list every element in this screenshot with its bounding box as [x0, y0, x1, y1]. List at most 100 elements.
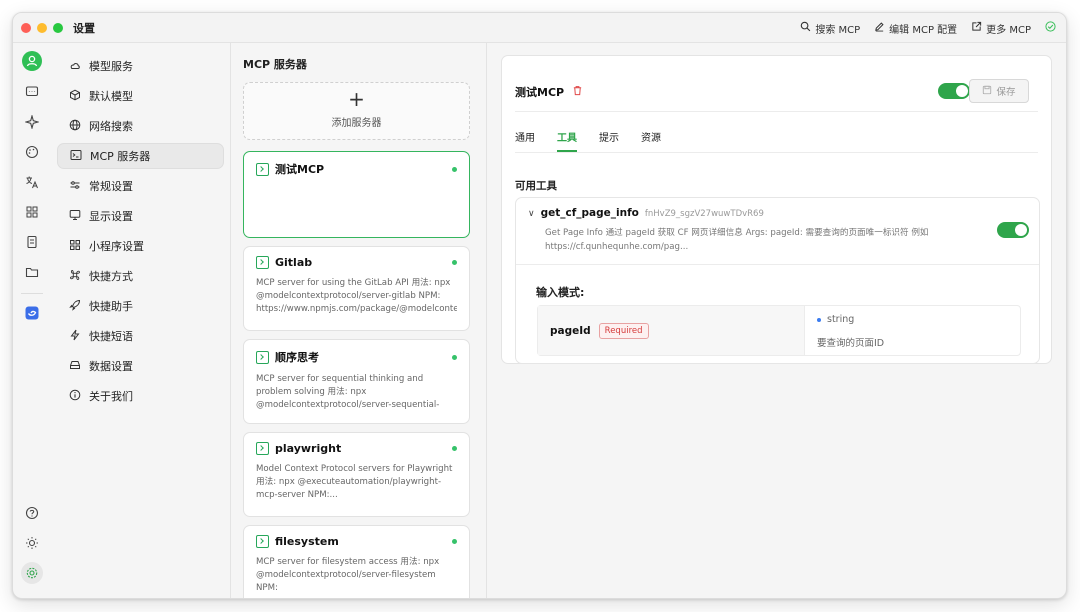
menu-item-label: 网络搜索: [89, 120, 133, 133]
info-icon: [69, 389, 81, 404]
menu-item-general-settings[interactable]: 常规设置: [57, 173, 224, 199]
sparkle-icon[interactable]: [21, 111, 43, 133]
input-schema-title: 输入模式:: [536, 286, 585, 299]
menu-item-label: 关于我们: [89, 390, 133, 403]
search-mcp-label: 搜索 MCP: [815, 24, 861, 36]
server-card-test-mcp[interactable]: 测试MCP: [243, 151, 470, 238]
server-card-filesystem[interactable]: filesystem MCP server for filesystem acc…: [243, 525, 470, 598]
translate-icon[interactable]: [21, 171, 43, 193]
status-dot: [452, 166, 457, 172]
more-mcp-label: 更多 MCP: [986, 24, 1031, 36]
globe-icon: [69, 119, 81, 134]
menu-item-label: MCP 服务器: [90, 150, 151, 163]
zap-icon: [69, 329, 81, 344]
menu-item-label: 常规设置: [89, 180, 133, 193]
server-card-gitlab[interactable]: Gitlab MCP server for using the GitLab A…: [243, 246, 470, 331]
grid-icon[interactable]: [21, 201, 43, 223]
menu-item-model-service[interactable]: 模型服务: [57, 53, 224, 79]
save-button[interactable]: 保存: [969, 79, 1029, 103]
param-name: pageId: [550, 324, 591, 337]
terminal-icon: [256, 162, 269, 176]
server-name: 顺序思考: [275, 351, 319, 364]
zoom-window-button[interactable]: [53, 22, 63, 33]
required-badge: Required: [598, 322, 649, 339]
menu-item-quick-assistant[interactable]: 快捷助手: [57, 293, 224, 319]
window-title: 设置: [73, 21, 95, 35]
menu-item-shortcuts[interactable]: 快捷方式: [57, 263, 224, 289]
status-dot: [452, 354, 457, 360]
status-ok-icon: [1045, 21, 1056, 35]
mcp-server-list: MCP 服务器 + 添加服务器 测试MCP Gitlab MCP server …: [232, 43, 487, 598]
terminal-icon: [256, 535, 269, 548]
terminal-icon: [256, 350, 269, 364]
schema-param-cell: pageId Required: [538, 306, 805, 355]
tab-general[interactable]: 通用: [515, 129, 535, 144]
folder-icon[interactable]: [21, 261, 43, 283]
avatar[interactable]: [22, 51, 42, 71]
menu-item-quick-phrases[interactable]: 快捷短语: [57, 323, 224, 349]
cube-icon: [69, 89, 81, 104]
server-name: 测试MCP: [275, 163, 325, 176]
terminal-icon: [70, 149, 82, 164]
trash-icon[interactable]: [572, 85, 583, 99]
detail-title-row: 测试MCP: [515, 84, 583, 100]
tool-header[interactable]: ∨ get_cf_page_info fnHvZ9_sgzV27wuwTDvR6…: [528, 207, 764, 219]
tool-enable-toggle[interactable]: [997, 222, 1029, 238]
tab-tools[interactable]: 工具: [557, 129, 577, 152]
palette-icon[interactable]: [21, 141, 43, 163]
more-mcp-button[interactable]: 更多 MCP: [971, 21, 1031, 36]
divider: [516, 264, 1039, 265]
search-mcp-button[interactable]: 搜索 MCP: [800, 21, 860, 36]
menu-item-default-model[interactable]: 默认模型: [57, 83, 224, 109]
divider: [515, 111, 1038, 112]
save-label: 保存: [996, 87, 1016, 98]
server-enable-toggle[interactable]: [938, 83, 970, 99]
help-icon[interactable]: [21, 502, 43, 524]
menu-item-label: 小程序设置: [89, 240, 144, 253]
menu-item-mini-program-settings[interactable]: 小程序设置: [57, 233, 224, 259]
edit-mcp-config-button[interactable]: 编辑 MCP 配置: [874, 21, 957, 36]
rail-divider: [21, 293, 43, 294]
drive-icon: [69, 359, 81, 374]
menu-item-data-settings[interactable]: 数据设置: [57, 353, 224, 379]
title-actions: 搜索 MCP 编辑 MCP 配置 更多 MCP: [800, 13, 1056, 43]
schema-info-cell: string 要查询的页面ID: [805, 306, 1020, 355]
chat-icon[interactable]: [21, 81, 43, 103]
settings-icon[interactable]: [21, 562, 43, 584]
brightness-icon[interactable]: [21, 532, 43, 554]
save-icon: [982, 85, 992, 98]
document-icon[interactable]: [21, 231, 43, 253]
window-controls: [21, 22, 63, 33]
menu-item-about-us[interactable]: 关于我们: [57, 383, 224, 409]
menu-item-display-settings[interactable]: 显示设置: [57, 203, 224, 229]
menu-item-web-search[interactable]: 网络搜索: [57, 113, 224, 139]
search-icon: [800, 21, 811, 35]
menu-item-label: 显示设置: [89, 210, 133, 223]
tool-id: fnHvZ9_sgzV27wuwTDvR69: [644, 209, 764, 219]
menu-item-mcp-servers[interactable]: MCP 服务器: [57, 143, 224, 169]
close-window-button[interactable]: [21, 22, 31, 33]
app-icon[interactable]: [21, 302, 43, 324]
settings-menu: 模型服务 默认模型 网络搜索 MCP 服务器 常规设置 显示设置 小程序设置 快…: [51, 43, 231, 598]
add-server-button[interactable]: + 添加服务器: [243, 82, 470, 140]
sliders-icon: [69, 179, 81, 194]
menu-item-label: 快捷方式: [89, 270, 133, 283]
status-dot: [452, 539, 457, 544]
servers-title: MCP 服务器: [243, 58, 307, 71]
tab-prompts[interactable]: 提示: [599, 129, 619, 144]
detail-tabs: 通用 工具 提示 资源: [515, 129, 661, 152]
tool-item: ∨ get_cf_page_info fnHvZ9_sgzV27wuwTDvR6…: [515, 197, 1040, 364]
server-description: MCP server for using the GitLab API 用法: …: [256, 278, 457, 314]
server-description: MCP server for sequential thinking and p…: [256, 374, 440, 410]
server-name: filesystem: [275, 535, 339, 548]
server-card-playwright[interactable]: playwright Model Context Protocol server…: [243, 432, 470, 517]
title-bar: 设置 搜索 MCP 编辑 MCP 配置 更多 MCP: [13, 13, 1066, 43]
tool-name: get_cf_page_info: [540, 207, 639, 219]
terminal-icon: [256, 442, 269, 455]
schema-table: pageId Required string 要查询的页面ID: [537, 305, 1021, 356]
minimize-window-button[interactable]: [37, 22, 47, 33]
tab-resources[interactable]: 资源: [641, 129, 661, 144]
server-detail: 测试MCP 保存 通用 工具 提示 资源 可用工具 ∨ get_cf_page_…: [501, 43, 1052, 364]
server-card-sequential-thinking[interactable]: 顺序思考 MCP server for sequential thinking …: [243, 339, 470, 424]
chevron-down-icon[interactable]: ∨: [528, 209, 535, 219]
